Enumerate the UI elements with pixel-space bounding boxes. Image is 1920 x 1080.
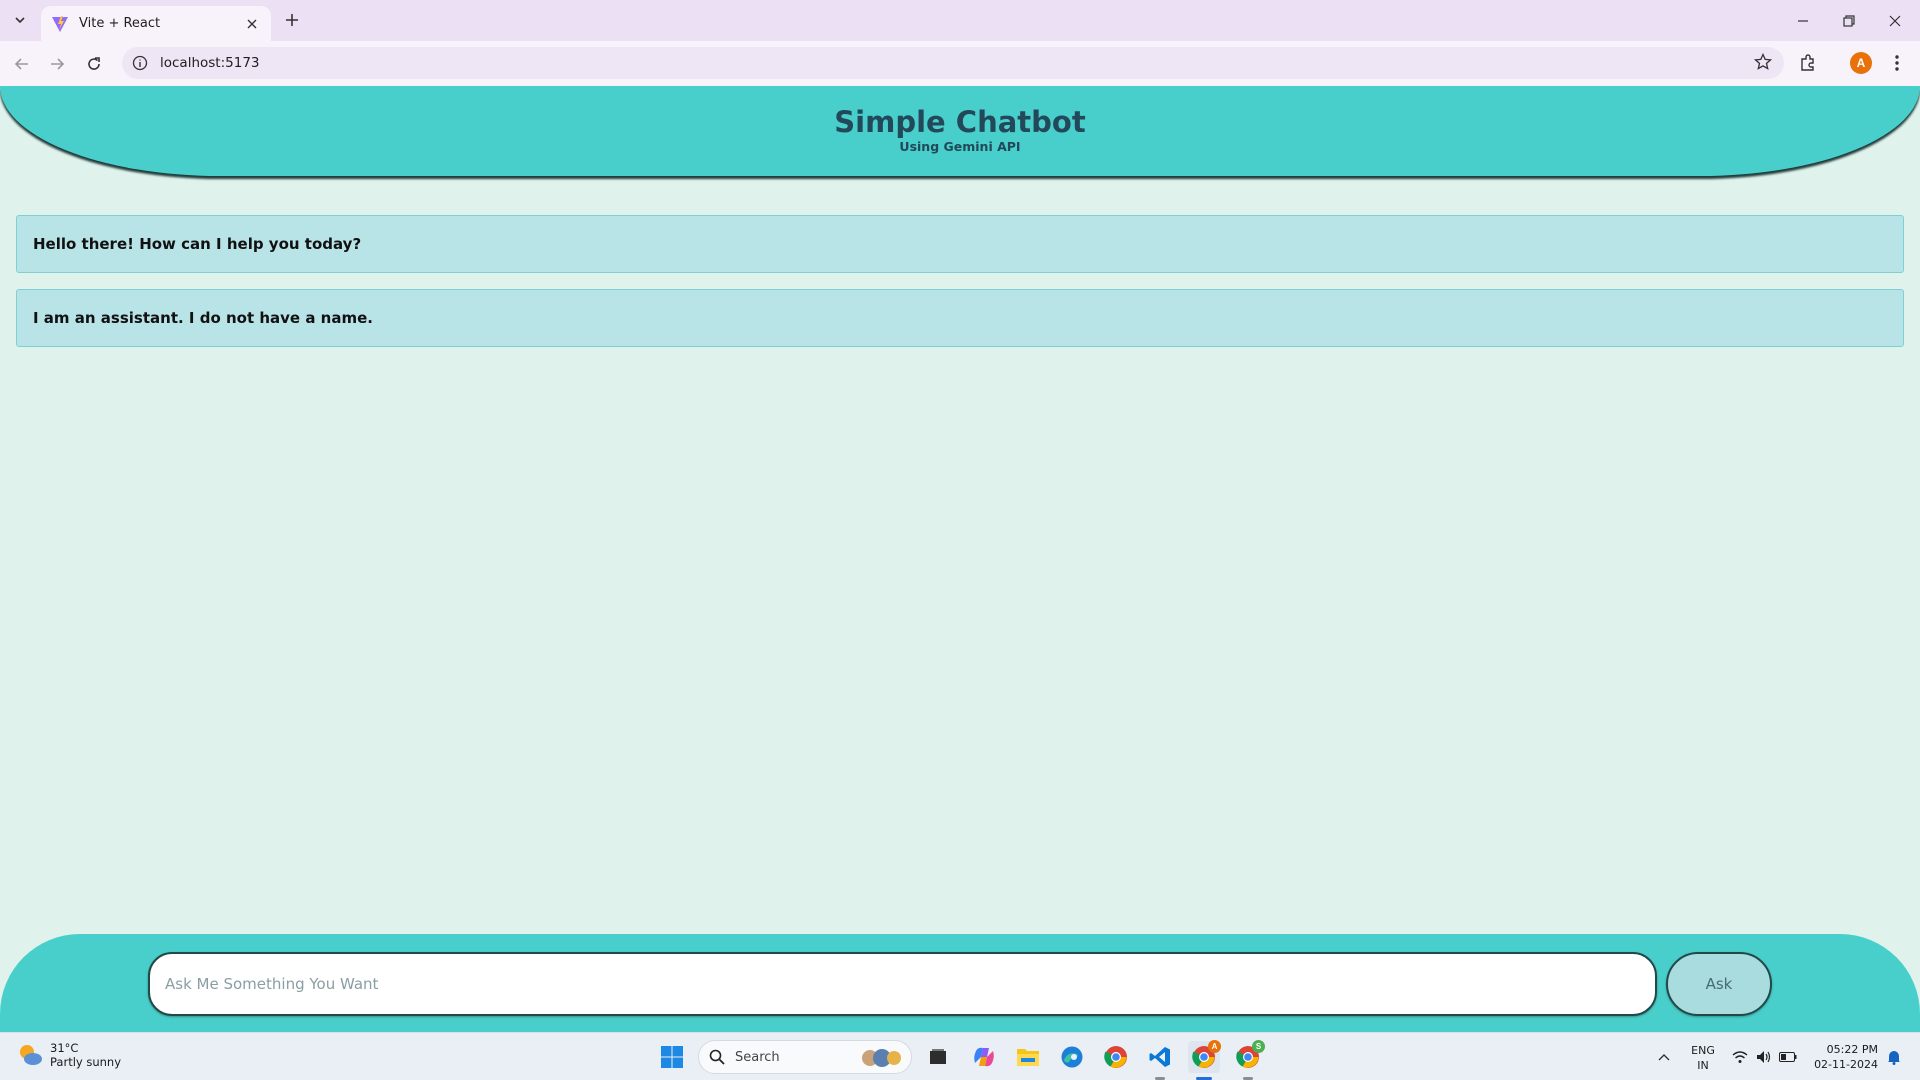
language-indicator[interactable]: ENG IN — [1688, 1043, 1718, 1073]
search-icon — [709, 1049, 725, 1065]
chrome-profile-badge: A — [1208, 1040, 1221, 1053]
message-list: Hello there! How can I help you today? I… — [16, 215, 1904, 363]
notification-bell-icon[interactable] — [1880, 1041, 1908, 1073]
url-text: localhost:5173 — [160, 55, 260, 71]
copilot-icon[interactable] — [968, 1041, 1000, 1073]
tab-search-chevron-icon[interactable] — [8, 8, 32, 32]
profile-avatar[interactable]: A — [1850, 52, 1872, 74]
tab-title: Vite + React — [79, 16, 161, 31]
task-view-icon[interactable] — [922, 1041, 954, 1073]
back-arrow-icon[interactable] — [8, 50, 36, 78]
app-header: Simple Chatbot Using Gemini API — [0, 86, 1920, 176]
reload-icon[interactable] — [80, 50, 108, 78]
browser-tab-bar: Vite + React — [0, 0, 1920, 41]
chrome-icon[interactable] — [1100, 1041, 1132, 1073]
wifi-icon[interactable] — [1728, 1041, 1752, 1073]
forward-arrow-icon[interactable] — [43, 50, 71, 78]
vite-logo-icon — [52, 15, 68, 32]
new-tab-icon[interactable] — [280, 8, 304, 32]
weather-condition: Partly sunny — [50, 1055, 122, 1069]
search-highlight-icon — [862, 1049, 901, 1067]
site-info-icon[interactable] — [132, 55, 148, 71]
bookmark-star-icon[interactable] — [1754, 53, 1772, 71]
volume-icon[interactable] — [1752, 1041, 1776, 1073]
windows-taskbar: 31°C Partly sunny Search A S ENG IN 05:2… — [0, 1032, 1920, 1080]
page-subtitle: Using Gemini API — [899, 139, 1021, 154]
edge-browser-icon[interactable] — [1056, 1041, 1088, 1073]
ask-button[interactable]: Ask — [1666, 952, 1772, 1016]
browser-tab[interactable]: Vite + React — [41, 6, 271, 41]
close-tab-icon[interactable] — [243, 15, 261, 33]
minimize-icon[interactable] — [1780, 0, 1826, 41]
chat-message: Hello there! How can I help you today? — [16, 215, 1904, 273]
question-input[interactable] — [148, 952, 1657, 1016]
search-label: Search — [735, 1049, 780, 1065]
clock[interactable]: 05:22 PM 02-11-2024 — [1806, 1042, 1878, 1072]
battery-icon[interactable] — [1776, 1041, 1800, 1073]
language-code: ENG — [1691, 1044, 1715, 1057]
tray-chevron-up-icon[interactable] — [1650, 1041, 1678, 1073]
clock-time: 05:22 PM — [1826, 1043, 1878, 1056]
vscode-icon[interactable] — [1144, 1041, 1176, 1073]
address-bar[interactable]: localhost:5173 — [122, 47, 1784, 79]
language-region: IN — [1697, 1059, 1709, 1072]
chrome-profile-badge: S — [1252, 1040, 1265, 1053]
extensions-puzzle-icon[interactable] — [1795, 50, 1821, 76]
weather-temperature: 31°C — [50, 1041, 79, 1055]
kebab-menu-icon[interactable] — [1884, 50, 1910, 76]
chatbot-page: Simple Chatbot Using Gemini API Hello th… — [0, 86, 1920, 1032]
taskbar-search[interactable]: Search — [698, 1040, 912, 1074]
partly-sunny-icon — [20, 1045, 42, 1065]
chat-message: I am an assistant. I do not have a name. — [16, 289, 1904, 347]
clock-date: 02-11-2024 — [1814, 1058, 1878, 1071]
chrome-profile-s-icon[interactable]: S — [1232, 1040, 1265, 1073]
file-explorer-icon[interactable] — [1012, 1041, 1044, 1073]
page-title: Simple Chatbot — [834, 105, 1086, 139]
close-window-icon[interactable] — [1872, 0, 1918, 41]
restore-icon[interactable] — [1826, 0, 1872, 41]
chrome-profile-a-icon[interactable]: A — [1188, 1040, 1221, 1073]
weather-widget[interactable]: 31°C Partly sunny — [16, 1041, 121, 1069]
windows-start-icon[interactable] — [656, 1041, 688, 1073]
